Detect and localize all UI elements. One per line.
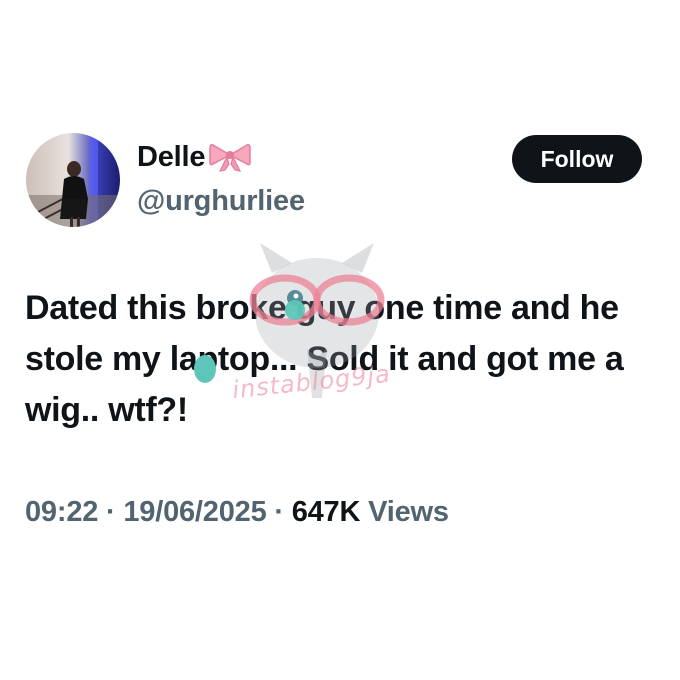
- display-name-row: Delle: [137, 140, 252, 174]
- follow-button[interactable]: Follow: [512, 135, 642, 183]
- tweet-card: Delle @urghurliee Follow instablog9ja Da…: [0, 0, 680, 680]
- meta-separator: ·: [106, 496, 116, 528]
- views-count[interactable]: 647K: [292, 496, 361, 528]
- display-name[interactable]: Delle: [137, 140, 206, 174]
- tweet-text: Dated this broke guy one time and he sto…: [25, 289, 624, 429]
- views-label: Views: [368, 496, 449, 528]
- tweet-date[interactable]: 19/06/2025: [123, 496, 266, 528]
- tweet-meta: 09:22 · 19/06/2025 · 647K Views: [25, 492, 449, 532]
- ribbon-bow-icon: [209, 142, 252, 172]
- avatar-photo: [26, 133, 120, 227]
- user-handle[interactable]: @urghurliee: [137, 184, 305, 218]
- avatar[interactable]: [26, 133, 120, 227]
- meta-separator: ·: [274, 496, 284, 528]
- tweet-time[interactable]: 09:22: [25, 496, 98, 528]
